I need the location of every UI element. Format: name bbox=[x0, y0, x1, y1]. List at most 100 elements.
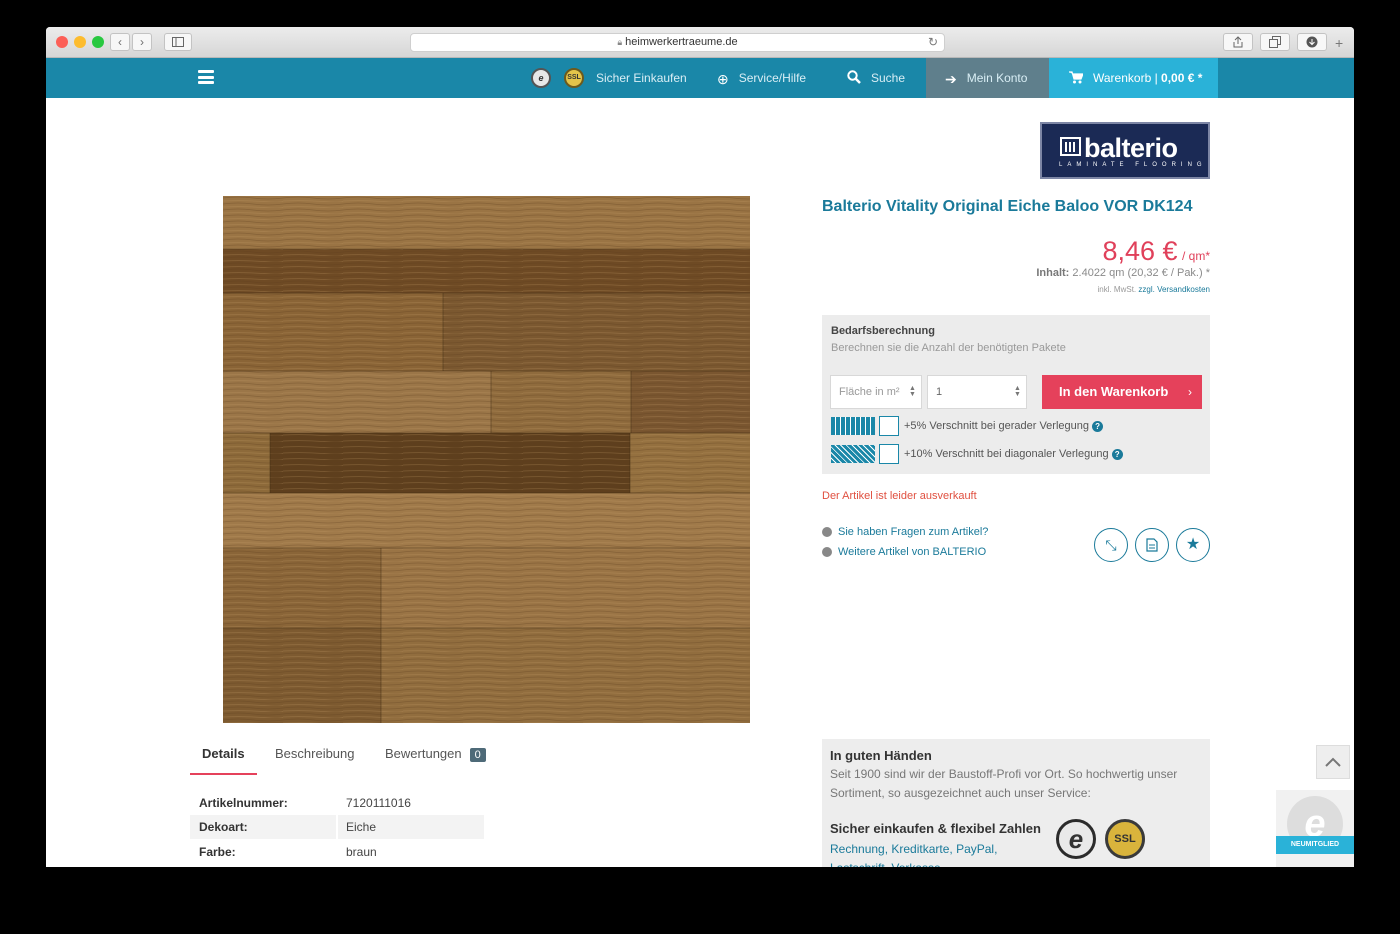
price-value: 8,46 € bbox=[1102, 236, 1178, 266]
menu-icon[interactable] bbox=[198, 70, 214, 84]
product-title: Balterio Vitality Original Eiche Baloo V… bbox=[822, 198, 1193, 215]
url-text: heimwerkertraeume.de bbox=[625, 36, 738, 48]
brand-logo[interactable]: balterio LAMINATE FLOORING bbox=[1040, 122, 1210, 179]
area-input[interactable]: Fläche in m² ▲ ▼ bbox=[830, 375, 922, 409]
product-content: Inhalt: 2.4022 qm (20,32 € / Pak.) * bbox=[1036, 267, 1210, 279]
nav-service[interactable]: ⊕ Service/Hilfe bbox=[717, 58, 806, 98]
diagonal-pattern-icon bbox=[831, 445, 875, 464]
quantity-value: 1 bbox=[936, 386, 943, 398]
trust-text: Seit 1900 sind wir der Baustoff-Profi vo… bbox=[830, 767, 1178, 800]
payment-heading: Sicher einkaufen & flexibel Zahlen bbox=[830, 821, 1041, 836]
minimize-window-button[interactable] bbox=[74, 36, 86, 48]
price-unit: / qm* bbox=[1181, 249, 1210, 263]
straight-label: +5% Verschnitt bei gerader Verlegung bbox=[904, 420, 1089, 432]
diagonal-label: +10% Verschnitt bei diagonaler Verlegung bbox=[904, 448, 1109, 460]
nav-cart[interactable]: Warenkorb | 0,00 € * bbox=[1049, 58, 1218, 98]
nav-secure-shopping[interactable]: Sicher Einkaufen bbox=[596, 58, 687, 98]
bullet-icon bbox=[822, 527, 832, 538]
help-icon[interactable]: ? bbox=[1092, 420, 1104, 432]
straight-pattern-icon bbox=[831, 417, 875, 436]
property-row: Dekoart: Eiche bbox=[190, 815, 484, 839]
property-key: Artikelnummer: bbox=[199, 796, 288, 810]
brand-name: balterio bbox=[1084, 133, 1178, 163]
trust-box: In guten Händen Seit 1900 sind wir der B… bbox=[822, 739, 1210, 867]
compare-icon[interactable]: ⤡ bbox=[1094, 528, 1128, 562]
close-window-button[interactable] bbox=[56, 36, 68, 48]
trusted-shops-seal-icon[interactable]: e bbox=[1056, 819, 1096, 859]
tabs-overview-icon[interactable] bbox=[1260, 33, 1290, 51]
page-content: balterio LAMINATE FLOORING Balterio Vita… bbox=[46, 98, 1354, 867]
content-label: Inhalt: bbox=[1036, 267, 1070, 279]
tab-description[interactable]: Beschreibung bbox=[275, 746, 355, 761]
lock-icon: 🔒︎ bbox=[617, 37, 623, 47]
diagonal-checkbox[interactable] bbox=[879, 444, 899, 465]
trusted-shops-member-badge[interactable]: e NEUMITGLIED bbox=[1276, 790, 1354, 867]
share-icon[interactable] bbox=[1223, 33, 1253, 51]
area-placeholder: Fläche in m² bbox=[839, 386, 900, 398]
tax-note: inkl. MwSt. zzgl. Versandkosten bbox=[1097, 285, 1210, 294]
nav-search[interactable]: Suche bbox=[847, 58, 905, 98]
member-label: NEUMITGLIED bbox=[1276, 836, 1354, 854]
option-straight: +5% Verschnitt bei gerader Verlegung ? bbox=[831, 416, 1104, 437]
reviews-count-badge: 0 bbox=[469, 748, 486, 762]
property-value: braun bbox=[346, 845, 377, 859]
quantity-stepper-icon[interactable]: ▲ ▼ bbox=[1014, 385, 1022, 398]
star-icon[interactable]: ★ bbox=[1176, 528, 1210, 562]
active-tab-indicator bbox=[190, 773, 257, 775]
cart-label: Warenkorb bbox=[1093, 71, 1152, 85]
property-value: Eiche bbox=[346, 820, 377, 834]
sidebar-toggle-icon[interactable] bbox=[164, 33, 192, 51]
ssl-badge-icon: SSL bbox=[564, 68, 584, 88]
chevron-right-icon: › bbox=[1188, 385, 1192, 399]
content-value: 2.4022 qm (20,32 € / Pak.) * bbox=[1072, 267, 1210, 279]
account-label: Mein Konto bbox=[966, 71, 1028, 85]
quantity-calculator: Bedarfsberechnung Berechnen sie die Anza… bbox=[822, 315, 1210, 474]
notepad-icon[interactable] bbox=[1135, 528, 1169, 562]
area-stepper-icon[interactable]: ▲ ▼ bbox=[909, 385, 917, 398]
cart-amount: 0,00 € * bbox=[1161, 71, 1203, 85]
property-row: Artikelnummer: 7120111016 bbox=[190, 791, 484, 815]
calculator-subheading: Berechnen sie die Anzahl der benötigten … bbox=[831, 342, 1066, 354]
calculator-heading: Bedarfsberechnung bbox=[831, 325, 935, 337]
forward-button[interactable]: › bbox=[132, 33, 152, 51]
downloads-icon[interactable] bbox=[1297, 33, 1327, 51]
product-price: 8,46 € / qm* bbox=[1102, 236, 1210, 267]
tab-details[interactable]: Details bbox=[202, 746, 245, 761]
zoom-window-button[interactable] bbox=[92, 36, 104, 48]
tab-reviews[interactable]: Bewertungen 0 bbox=[385, 746, 486, 762]
back-button[interactable]: ‹ bbox=[110, 33, 130, 51]
shipping-link[interactable]: zzgl. Versandkosten bbox=[1138, 285, 1210, 294]
add-to-cart-button[interactable]: In den Warenkorb › bbox=[1042, 375, 1202, 409]
add-to-cart-label: In den Warenkorb bbox=[1059, 384, 1169, 399]
quantity-input[interactable]: 1 ▲ ▼ bbox=[927, 375, 1027, 409]
reload-icon[interactable]: ↻ bbox=[928, 34, 938, 51]
help-icon[interactable]: ? bbox=[1111, 448, 1123, 460]
nav-account[interactable]: ➔ Mein Konto bbox=[926, 58, 1049, 98]
straight-checkbox[interactable] bbox=[879, 416, 899, 437]
trusted-shops-icon: e bbox=[531, 68, 551, 88]
browser-window: ‹ › 🔒︎ heimwerkertraeume.de ↻ + e SSL Sic… bbox=[46, 27, 1354, 867]
sold-out-notice: Der Artikel ist leider ausverkauft bbox=[822, 490, 977, 502]
product-image[interactable] bbox=[223, 196, 750, 723]
questions-link[interactable]: Sie haben Fragen zum Artikel? bbox=[822, 526, 988, 538]
questions-label: Sie haben Fragen zum Artikel? bbox=[838, 526, 989, 538]
trust-heading: In guten Händen bbox=[830, 748, 932, 763]
tax-label: inkl. MwSt. bbox=[1097, 285, 1137, 294]
more-items-link[interactable]: Weitere Artikel von BALTERIO bbox=[822, 546, 986, 558]
search-icon bbox=[847, 59, 861, 99]
payment-methods[interactable]: Rechnung, Kreditkarte, PayPal, Lastschri… bbox=[830, 840, 1030, 867]
more-items-label: Weitere Artikel von BALTERIO bbox=[838, 546, 987, 558]
scroll-to-top-button[interactable] bbox=[1316, 745, 1350, 779]
browser-toolbar: ‹ › 🔒︎ heimwerkertraeume.de ↻ + bbox=[46, 27, 1354, 58]
sign-in-icon: ➔ bbox=[945, 70, 957, 87]
property-value: 7120111016 bbox=[346, 796, 411, 810]
property-key: Dekoart: bbox=[199, 815, 338, 839]
brand-tagline: LAMINATE FLOORING bbox=[1059, 162, 1207, 168]
address-bar[interactable]: 🔒︎ heimwerkertraeume.de ↻ bbox=[410, 33, 945, 52]
reviews-label: Bewertungen bbox=[385, 746, 462, 761]
lifebuoy-icon: ⊕ bbox=[717, 70, 729, 87]
property-key: Farbe: bbox=[199, 845, 236, 859]
bullet-icon bbox=[822, 547, 832, 558]
new-tab-icon[interactable]: + bbox=[1335, 35, 1343, 51]
cart-icon bbox=[1069, 59, 1084, 99]
